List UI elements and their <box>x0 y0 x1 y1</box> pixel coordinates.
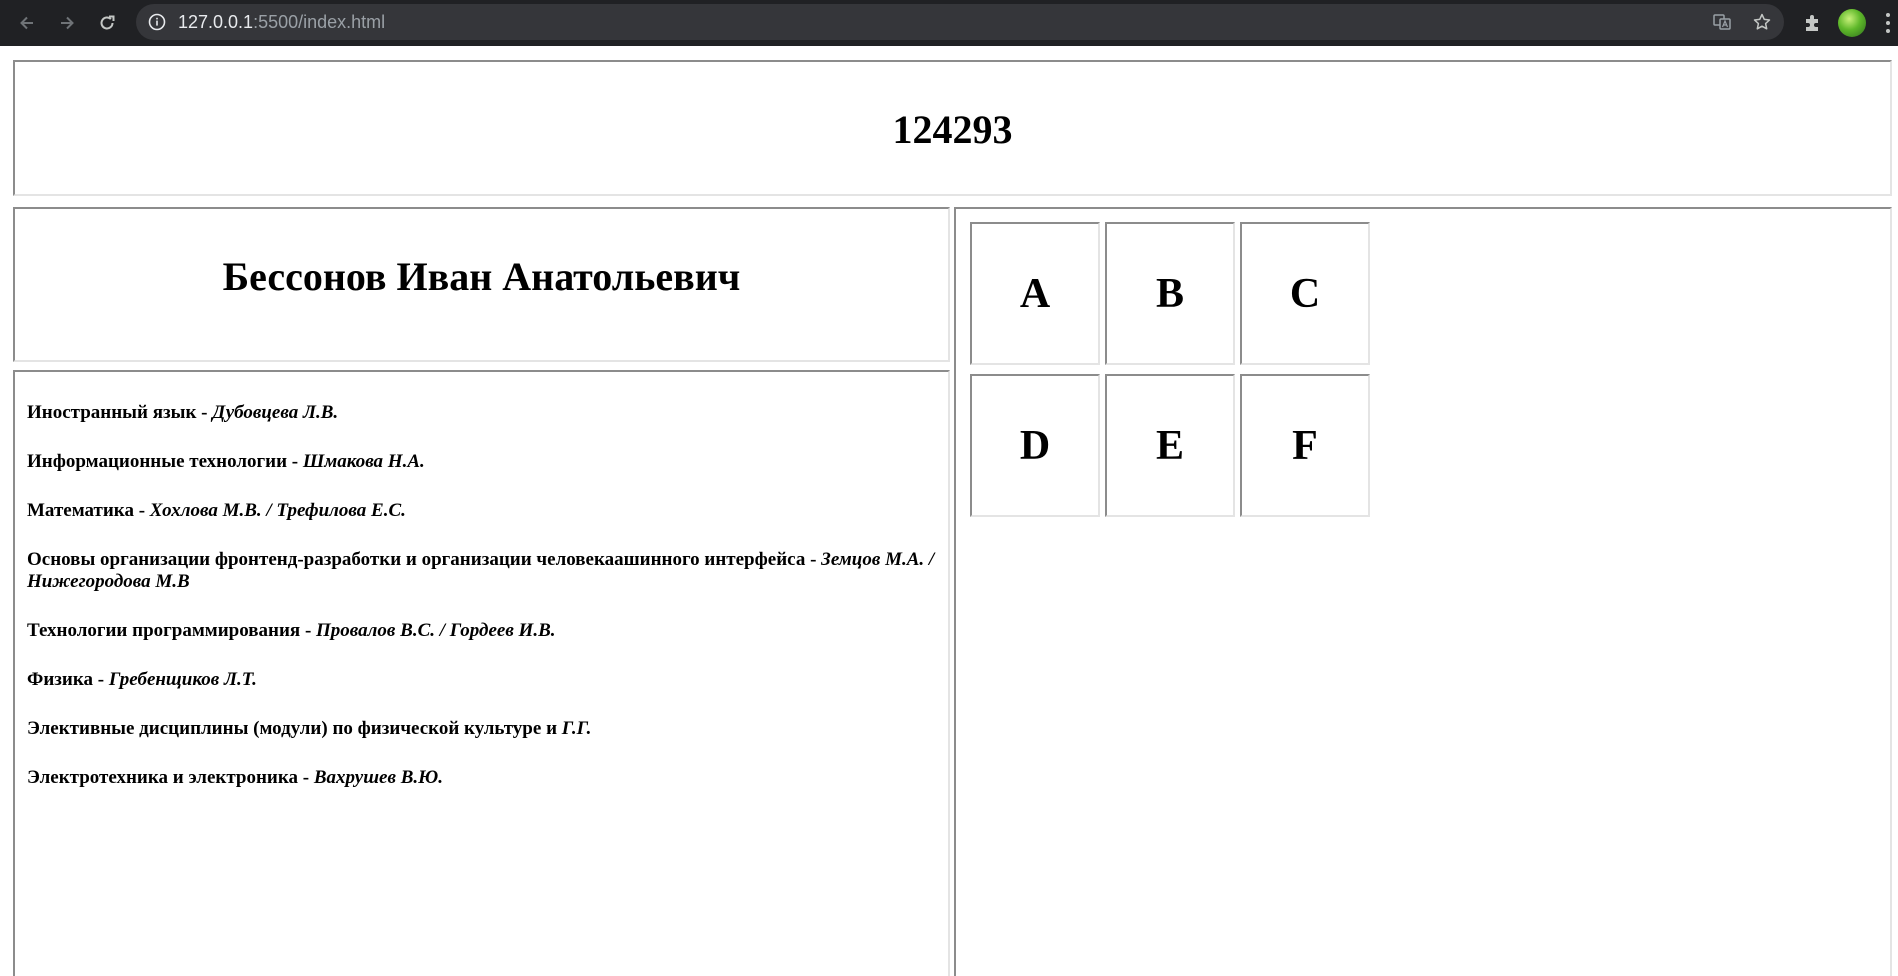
subject-name: Основы организации фронтенд-разработки и… <box>27 549 806 570</box>
subject-teacher: Гребенщиков Л.Т. <box>108 669 257 690</box>
subject-separator: - <box>298 767 314 788</box>
subject-item: Электротехника и электроника - Вахрушев … <box>27 767 939 789</box>
student-name: Бессонов Иван Анатольевич <box>222 254 741 299</box>
info-icon[interactable] <box>148 13 166 31</box>
subject-teacher: Шмакова Н.А. <box>302 451 425 472</box>
subject-name: Элективные дисциплины (модули) по физиче… <box>27 718 542 739</box>
subject-teacher: Вахрушев В.Ю. <box>313 767 443 788</box>
subject-separator: - <box>805 549 822 570</box>
arrow-right-icon <box>61 16 74 30</box>
grid-cell-f: F <box>1240 374 1370 517</box>
subject-name: Информационные технологии <box>27 451 288 472</box>
url-path: :5500/index.html <box>253 12 386 32</box>
name-frame: Бессонов Иван Анатольевич <box>13 207 950 362</box>
grid-cell-a: A <box>970 222 1100 365</box>
subject-name: Физика <box>27 669 94 690</box>
header-frame: 124293 <box>13 60 1892 196</box>
subject-separator: - <box>196 402 213 423</box>
subject-item: Основы организации фронтенд-разработки и… <box>27 549 939 593</box>
reload-button[interactable] <box>92 8 122 38</box>
back-button[interactable] <box>12 8 42 38</box>
subject-teacher: Дубовцева Л.В. <box>212 402 339 423</box>
menu-dots-icon[interactable] <box>1884 12 1892 34</box>
subject-name: Электротехника и электроника <box>27 767 299 788</box>
profile-avatar[interactable] <box>1838 9 1866 37</box>
subject-separator: и <box>541 718 562 739</box>
grid-cell-b: B <box>1105 222 1235 365</box>
header-number: 124293 <box>892 107 1013 152</box>
subject-item: Математика - Хохлова М.В. / Трефилова Е.… <box>27 500 939 522</box>
star-icon[interactable] <box>1752 12 1772 32</box>
subject-teacher: Г.Г. <box>561 718 592 739</box>
subject-name: Математика <box>27 500 134 521</box>
subject-separator: - <box>300 620 317 641</box>
arrow-left-icon <box>20 16 33 30</box>
extensions-puzzle-icon[interactable] <box>1802 11 1824 33</box>
subject-item: Физика - Гребенщиков Л.Т. <box>27 669 939 691</box>
subject-separator: - <box>93 669 109 690</box>
translate-icon[interactable] <box>1712 12 1732 32</box>
subject-separator: - <box>133 500 150 521</box>
url-host: 127.0.0.1 <box>178 12 254 32</box>
subject-item: Технологии программирования - Провалов В… <box>27 620 939 642</box>
forward-button[interactable] <box>52 8 82 38</box>
grid-cell-e: E <box>1105 374 1235 517</box>
reload-icon <box>100 15 115 30</box>
letter-grid-frame: A B C D E F <box>954 207 1892 976</box>
subject-separator: - <box>287 451 303 472</box>
subject-item: Иностранный язык - Дубовцева Л.В. <box>27 402 939 424</box>
subjects-frame: Иностранный язык - Дубовцева Л.В. Информ… <box>13 370 950 976</box>
subject-name: Иностранный язык <box>27 402 197 423</box>
subject-item: Элективные дисциплины (модули) по физиче… <box>27 718 939 740</box>
grid-cell-d: D <box>970 374 1100 517</box>
browser-toolbar: 127.0.0.1:5500/index.html <box>0 0 1898 46</box>
address-bar[interactable]: 127.0.0.1:5500/index.html <box>136 4 1784 40</box>
subject-name: Технологии программирования <box>27 620 301 641</box>
url-text[interactable]: 127.0.0.1:5500/index.html <box>178 4 385 40</box>
subject-item: Информационные технологии - Шмакова Н.А. <box>27 451 939 473</box>
subject-teacher: Провалов В.С. / Гордеев И.В. <box>316 620 556 641</box>
grid-cell-c: C <box>1240 222 1370 365</box>
subjects-list: Иностранный язык - Дубовцева Л.В. Информ… <box>27 402 939 816</box>
subject-teacher: Хохлова М.В. / Трефилова Е.С. <box>149 500 406 521</box>
